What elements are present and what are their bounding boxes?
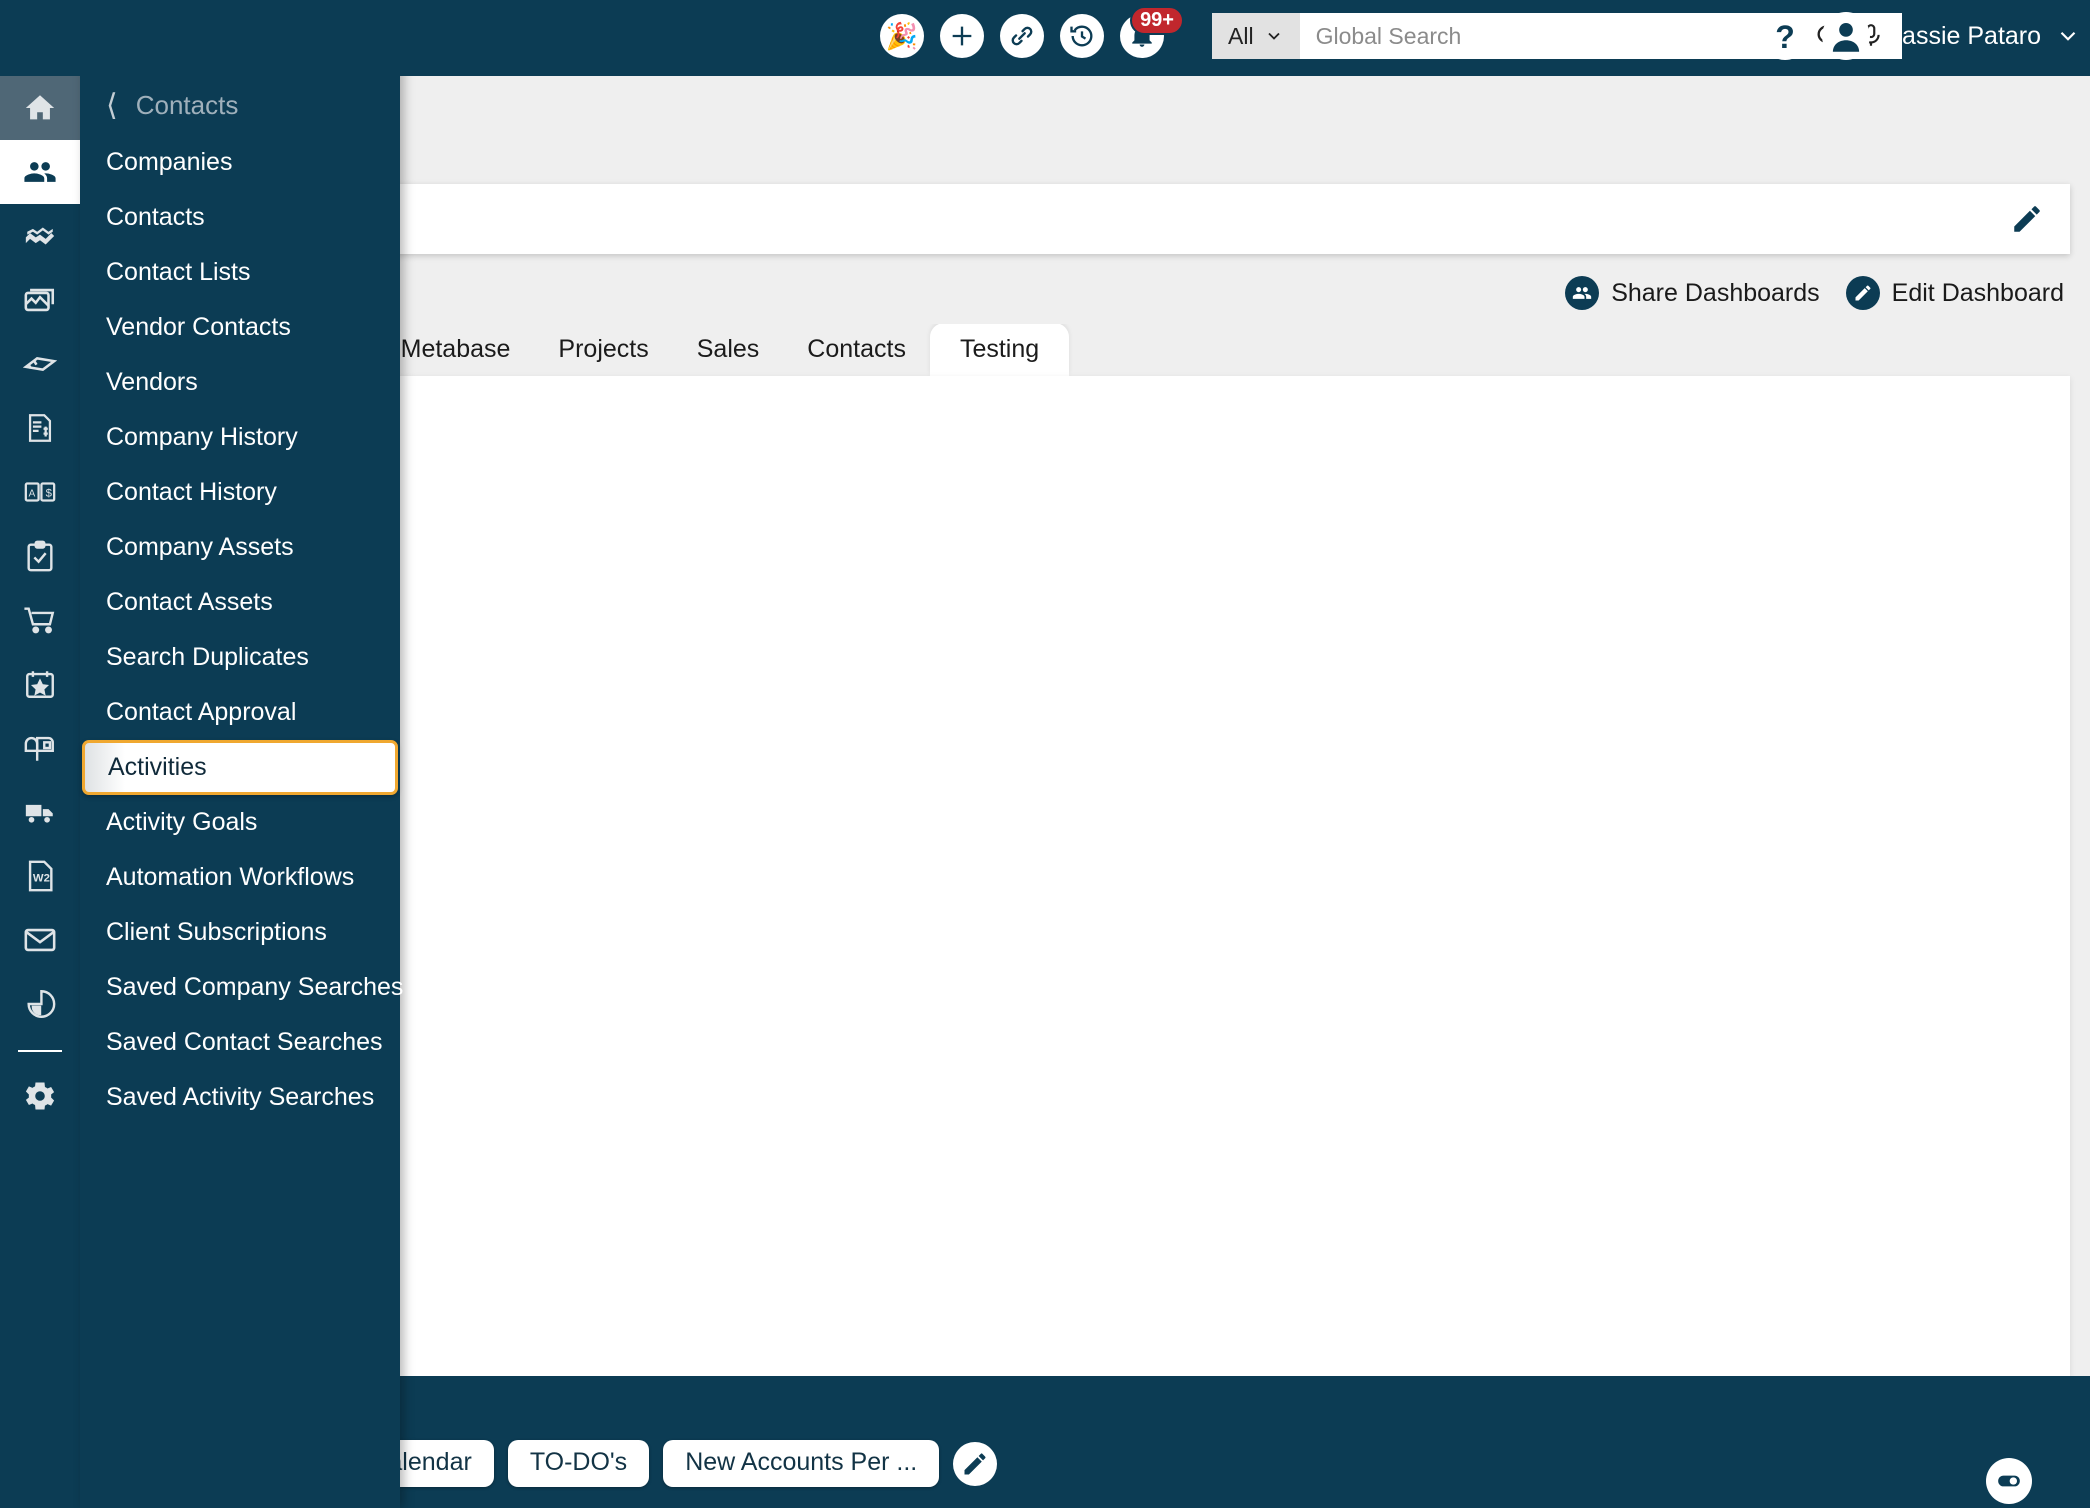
pencil-icon: [1845, 276, 1880, 310]
dashboard-tab[interactable]: Sales: [673, 325, 784, 376]
flyout-item[interactable]: Vendors: [80, 355, 400, 410]
svg-text:$: $: [46, 487, 53, 499]
chevron-down-icon: [1267, 32, 1280, 40]
flyout-item[interactable]: Client Subscriptions: [80, 905, 400, 960]
icon-rail: A $ W2: [0, 0, 80, 1508]
sidebar-item-home[interactable]: [0, 76, 80, 140]
dashboard-tab[interactable]: Contacts: [783, 325, 930, 376]
dashboard-actions: Share Dashboards Edit Dashboard: [1565, 276, 2064, 310]
help-icon[interactable]: ?: [1762, 14, 1808, 60]
help-label: ?: [1775, 18, 1795, 55]
sidebar-item-w2[interactable]: W2: [0, 844, 80, 908]
bottom-tab[interactable]: New Accounts Per ...: [663, 1440, 940, 1487]
flyout-item[interactable]: Company Assets: [80, 520, 400, 575]
bottom-edit-pencil-icon[interactable]: [953, 1441, 998, 1486]
bottom-tab-list: acalendarTO-DO'sNew Accounts Per ...: [296, 1440, 998, 1487]
sidebar-item-shipping[interactable]: [0, 780, 80, 844]
edit-dashboard-button[interactable]: Edit Dashboard: [1845, 276, 2064, 310]
sidebar-item-media[interactable]: [0, 268, 80, 332]
edit-dashboard-label: Edit Dashboard: [1891, 278, 2064, 307]
edit-title-pencil-icon[interactable]: [2010, 202, 2044, 236]
sidebar-item-deals[interactable]: [0, 204, 80, 268]
link-icon[interactable]: [1000, 14, 1044, 58]
flyout-item[interactable]: Vendor Contacts: [80, 300, 400, 355]
header-icon-group: 🎉 99+: [880, 6, 1184, 58]
chat-toggle-button[interactable]: [1986, 1458, 2032, 1504]
flyout-item[interactable]: Activity Goals: [80, 795, 400, 850]
sidebar-item-reports[interactable]: [0, 972, 80, 1036]
bottom-tab[interactable]: TO-DO's: [507, 1440, 650, 1487]
flyout-back-button[interactable]: ⟨ Contacts: [80, 76, 400, 135]
search-input[interactable]: [1299, 13, 1814, 59]
flyout-item[interactable]: Contact Approval: [80, 685, 400, 740]
contacts-flyout-menu: Ad rbit ⟨ Contacts CompaniesContactsCont…: [80, 0, 403, 1508]
flyout-item[interactable]: Automation Workflows: [80, 850, 400, 905]
rail-divider: [18, 1050, 62, 1052]
flyout-item[interactable]: Contacts: [80, 190, 400, 245]
search-scope-dropdown[interactable]: All: [1212, 13, 1300, 59]
search-scope-label: All: [1228, 22, 1254, 49]
sidebar-item-events[interactable]: [0, 652, 80, 716]
flyout-item-list: Companies Contacts Contact Lists Vendor Con…: [80, 135, 403, 1125]
dashboard-tab[interactable]: Projects: [534, 325, 672, 376]
add-icon[interactable]: [940, 14, 984, 58]
user-name-label: Cassie Pataro: [1884, 21, 2042, 50]
top-header-bar: 🎉 99+ All Global Search ? Cassie Pataro: [0, 0, 2090, 76]
flyout-back-label: Contacts: [135, 90, 239, 120]
flyout-item[interactable]: Saved Activity Searches: [80, 1070, 400, 1125]
notification-badge: 99+: [1130, 6, 1184, 35]
svg-text:A: A: [29, 488, 36, 499]
celebration-icon[interactable]: 🎉: [880, 14, 924, 58]
chevron-left-icon: ⟨: [106, 88, 118, 122]
flyout-item[interactable]: Contact History: [80, 465, 400, 520]
sidebar-item-email[interactable]: [0, 908, 80, 972]
sidebar-item-orders[interactable]: [0, 588, 80, 652]
sidebar-item-tasks[interactable]: [0, 524, 80, 588]
app-root: Share Dashboards Edit Dashboard ductionM…: [0, 0, 2090, 1508]
sidebar-item-tickets[interactable]: [0, 332, 80, 396]
sidebar-item-mailbox[interactable]: [0, 716, 80, 780]
flyout-item[interactable]: Companies: [80, 135, 400, 190]
chevron-down-icon: [2060, 31, 2076, 41]
history-icon[interactable]: [1060, 14, 1104, 58]
avatar: [1822, 12, 1870, 60]
flyout-item[interactable]: Contact Lists: [80, 245, 400, 300]
flyout-item[interactable]: Search Duplicates: [80, 630, 400, 685]
dashboard-tab[interactable]: Metabase: [377, 325, 535, 376]
share-dashboards-button[interactable]: Share Dashboards: [1565, 276, 1820, 310]
dashboard-tab-active[interactable]: Testing: [929, 324, 1070, 376]
sidebar-item-settings[interactable]: [0, 1064, 80, 1128]
sidebar-item-contacts[interactable]: [0, 140, 80, 204]
notifications-bell-icon[interactable]: 99+: [1120, 6, 1184, 58]
user-menu[interactable]: Cassie Pataro: [1822, 12, 2081, 60]
sidebar-item-invoices[interactable]: [0, 396, 80, 460]
svg-text:W2: W2: [33, 873, 50, 885]
people-icon: [1565, 276, 1600, 310]
flyout-item[interactable]: Saved Contact Searches: [80, 1015, 400, 1070]
share-dashboards-label: Share Dashboards: [1611, 278, 1820, 307]
flyout-item[interactable]: Saved Company Searches: [80, 960, 403, 1015]
flyout-item[interactable]: Contact Assets: [80, 575, 400, 630]
sidebar-item-payables[interactable]: A $: [0, 460, 80, 524]
flyout-item[interactable]: Company History: [80, 410, 400, 465]
flyout-item-active[interactable]: Activities: [82, 740, 398, 795]
